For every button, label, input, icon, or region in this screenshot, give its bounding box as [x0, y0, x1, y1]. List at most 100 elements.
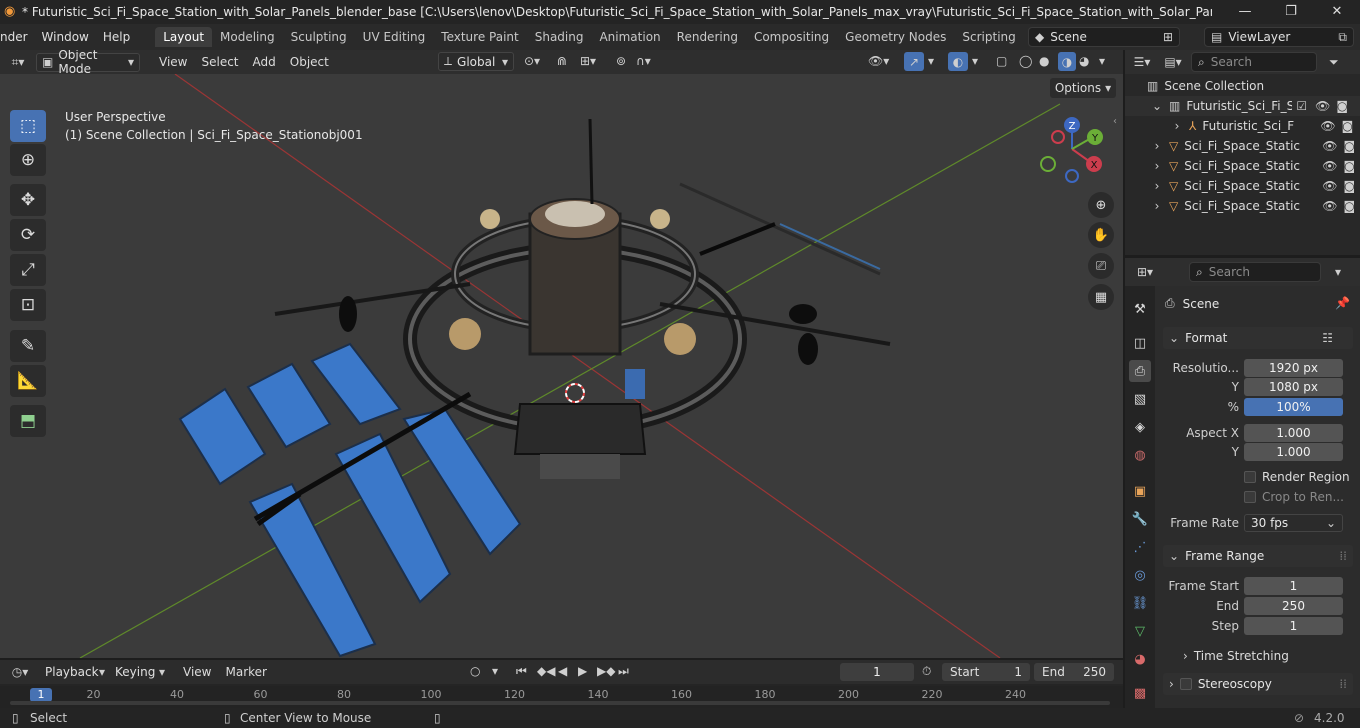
expand-right-icon[interactable]: › [1151, 199, 1163, 213]
drag-handle-icon[interactable]: ⁞⁞ [1339, 677, 1347, 691]
frame-end-field[interactable]: 250 [1244, 597, 1343, 615]
chevron-down-icon[interactable]: ▾ [1335, 265, 1341, 279]
world-tab-icon[interactable]: ◍ [1129, 444, 1151, 466]
material-tab-icon[interactable]: ◕ [1129, 648, 1151, 670]
crop-checkbox[interactable]: Crop to Ren... [1244, 490, 1344, 504]
expand-right-icon[interactable]: › [1151, 139, 1163, 153]
data-tab-icon[interactable]: ▽ [1129, 620, 1151, 642]
ortho-toggle-button[interactable]: ▦ [1088, 284, 1114, 310]
new-viewlayer-icon[interactable]: ⧉ [1338, 30, 1347, 45]
render-region-checkbox[interactable]: Render Region [1244, 470, 1350, 484]
eye-icon[interactable]: 👁 [1322, 139, 1337, 153]
resolution-y-field[interactable]: 1080 px [1244, 378, 1343, 396]
menu-add[interactable]: Add [246, 55, 283, 69]
render-tab-icon[interactable]: ◫ [1129, 332, 1151, 354]
view-layer-tab-icon[interactable]: ▧ [1129, 388, 1151, 410]
tab-modeling[interactable]: Modeling [212, 27, 283, 47]
timeline-editor-icon[interactable]: ◷▾ [0, 665, 40, 679]
options-button[interactable]: Options ▾ [1050, 78, 1116, 98]
stopwatch-icon[interactable]: ⏱ [922, 664, 931, 679]
orientation-dropdown[interactable]: ⟂ Global ▾ [438, 52, 514, 71]
menu-view[interactable]: View [152, 55, 194, 69]
editor-type-icon[interactable]: ⌗▾ [0, 55, 36, 70]
frame-range-panel-header[interactable]: ⌄ Frame Range ⁞⁞ [1163, 545, 1353, 567]
scale-tool[interactable]: ⤢ [10, 254, 46, 286]
tab-rendering[interactable]: Rendering [669, 27, 746, 47]
frame-start-field[interactable]: 1 [1244, 577, 1343, 595]
expand-right-icon[interactable]: › [1151, 159, 1163, 173]
solid-shading-icon[interactable]: ● [1039, 54, 1049, 68]
material-shading-icon[interactable]: ◑ [1058, 52, 1076, 71]
pin-icon[interactable]: ⊞ [1163, 30, 1173, 44]
eye-icon[interactable]: 👁 [1315, 99, 1330, 113]
render-camera-icon[interactable]: ◙ [1343, 139, 1355, 153]
eye-icon[interactable]: 👁 [1322, 159, 1337, 173]
chevron-down-icon[interactable]: ▾ [492, 664, 498, 678]
tab-layout[interactable]: Layout [155, 27, 213, 47]
checkbox-icon[interactable] [1179, 678, 1192, 690]
expand-down-icon[interactable]: ⌄ [1151, 99, 1163, 113]
viewlayer-selector[interactable]: ▤ ViewLayer ⧉ [1204, 27, 1354, 47]
falloff-icon[interactable]: ∩▾ [636, 54, 651, 68]
camera-view-button[interactable]: ⎚ [1088, 253, 1114, 279]
menu-file[interactable]: nder [0, 30, 35, 44]
aspect-x-field[interactable]: 1.000 [1244, 424, 1343, 442]
outliner-row-object[interactable]: › ▽ Sci_Fi_Space_Static 👁 ◙ [1125, 176, 1360, 196]
jump-end-icon[interactable]: ⏭ [618, 664, 629, 679]
outliner-search[interactable]: ⌕ Search [1191, 52, 1317, 72]
tab-animation[interactable]: Animation [591, 27, 668, 47]
drag-handle-icon[interactable]: ⁞⁞ [1339, 549, 1347, 563]
render-camera-icon[interactable]: ◙ [1343, 199, 1355, 213]
properties-search[interactable]: ⌕ Search [1189, 262, 1321, 282]
tab-geometry-nodes[interactable]: Geometry Nodes [837, 27, 954, 47]
outliner-row-object[interactable]: › ▽ Sci_Fi_Space_Static 👁 ◙ [1125, 136, 1360, 156]
prev-keyframe-icon[interactable]: ◆◀ [537, 664, 555, 678]
3d-viewport[interactable]: ⌗▾ ▣ Object Mode ▾ View Select Add Objec… [0, 50, 1123, 658]
outliner-row-child[interactable]: › ⅄ Futuristic_Sci_F 👁 ◙ [1125, 116, 1360, 136]
render-camera-icon[interactable]: ◙ [1336, 99, 1348, 113]
frame-rate-dropdown[interactable]: 30 fps ⌄ [1244, 514, 1343, 532]
time-stretching-subpanel[interactable]: › Time Stretching [1183, 649, 1289, 663]
frame-step-field[interactable]: 1 [1244, 617, 1343, 635]
pivot-icon[interactable]: ⊙▾ [524, 54, 540, 68]
format-panel-header[interactable]: ⌄ Format ☷ [1163, 327, 1353, 349]
current-frame-field[interactable]: 1 [840, 663, 914, 681]
display-mode-icon[interactable]: ▤▾ [1159, 55, 1187, 69]
presets-icon[interactable]: ☷ [1322, 331, 1333, 345]
playback-menu[interactable]: Playback ▾ [40, 662, 110, 682]
resolution-percentage-slider[interactable]: 100% [1244, 398, 1343, 416]
aspect-y-field[interactable]: 1.000 [1244, 443, 1343, 461]
xray-icon[interactable]: ▢ [996, 54, 1007, 68]
pin-icon[interactable]: 📌 [1335, 296, 1350, 310]
annotate-tool[interactable]: ✎ [10, 330, 46, 362]
tab-compositing[interactable]: Compositing [746, 27, 837, 47]
tab-sculpting[interactable]: Sculpting [283, 27, 355, 47]
visibility-icon[interactable]: 👁▾ [868, 54, 889, 68]
jump-start-icon[interactable]: ⏮ [516, 664, 527, 679]
play-icon[interactable]: ▶ [578, 664, 587, 678]
expand-right-icon[interactable]: › [1171, 119, 1183, 133]
timeline-scrollbar[interactable] [10, 701, 1110, 705]
scene-selector[interactable]: ◆ Scene ⊞ [1028, 27, 1180, 47]
outliner-editor-icon[interactable]: ☰▾ [1125, 55, 1159, 69]
expand-right-icon[interactable]: › [1151, 179, 1163, 193]
chevron-down-icon[interactable]: ▾ [972, 54, 978, 68]
tool-tab-icon[interactable]: ⚒ [1129, 298, 1151, 320]
tab-texture-paint[interactable]: Texture Paint [433, 27, 526, 47]
stereoscopy-panel-header[interactable]: › Stereoscopy ⁞⁞ [1163, 673, 1353, 695]
snap-target-icon[interactable]: ⊞▾ [580, 54, 596, 68]
playhead-indicator[interactable]: 1 [30, 688, 52, 702]
timeline-view-menu[interactable]: View [176, 665, 218, 679]
minimize-button[interactable]: — [1222, 0, 1268, 24]
eye-icon[interactable]: 👁 [1322, 179, 1337, 193]
pan-view-button[interactable]: ✋ [1088, 222, 1114, 248]
menu-window[interactable]: Window [35, 30, 96, 44]
snap-icon[interactable]: ⋒ [557, 54, 567, 68]
scene-tab-icon[interactable]: ◈ [1129, 416, 1151, 438]
wireframe-shading-icon[interactable]: ◯ [1019, 54, 1032, 68]
close-button[interactable]: ✕ [1314, 0, 1360, 24]
filter-icon[interactable]: ⏷ [1329, 55, 1339, 70]
next-keyframe-icon[interactable]: ▶◆ [597, 664, 615, 678]
rotate-tool[interactable]: ⟳ [10, 219, 46, 251]
particles-tab-icon[interactable]: ⋰ [1129, 536, 1151, 558]
